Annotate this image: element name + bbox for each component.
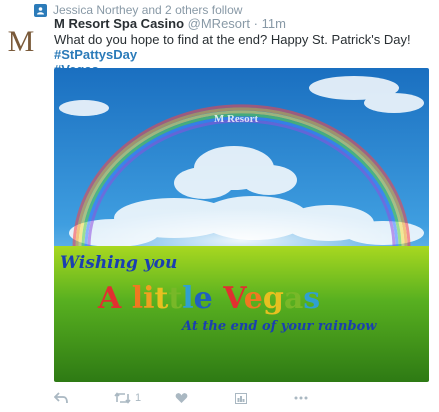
avatar[interactable]: M — [6, 24, 36, 58]
heart-icon — [175, 393, 188, 403]
tweet-actions: 1 — [54, 388, 429, 408]
image-line-1: Wishing you — [60, 253, 177, 273]
reply-button[interactable] — [54, 388, 68, 408]
image-line-2-letter: a — [284, 281, 303, 316]
retweet-count: 1 — [135, 392, 142, 404]
image-line-2-letter: t — [168, 281, 182, 316]
like-button[interactable] — [175, 388, 188, 408]
hashtag-stpattysday[interactable]: #StPattysDay — [54, 47, 137, 62]
author-name[interactable]: M Resort Spa Casino — [54, 16, 184, 31]
tweet-image[interactable]: M Resort Wishing you A little Vegas At t… — [54, 68, 429, 382]
image-line-2-letter — [121, 281, 131, 316]
image-line-2-letter: e — [194, 281, 213, 316]
separator: · — [253, 16, 258, 31]
social-context-text[interactable]: Jessica Northey and 2 others follow — [53, 3, 242, 17]
image-line-2-letter: i — [143, 281, 154, 316]
more-dots-icon — [294, 396, 308, 400]
m-resort-logo: M — [8, 25, 35, 58]
image-line-2-letter: t — [155, 281, 169, 316]
timestamp[interactable]: 11m — [262, 16, 286, 31]
image-line-2: A little Vegas — [97, 281, 320, 316]
image-line-2-letter: s — [303, 281, 320, 316]
retweet-icon — [114, 392, 131, 404]
retweet-button[interactable]: 1 — [114, 388, 141, 408]
analytics-button[interactable] — [235, 388, 247, 408]
analytics-icon — [235, 392, 247, 404]
image-line-2-letter — [213, 281, 223, 316]
author-handle[interactable]: @MResort — [188, 16, 250, 31]
image-line-2-letter: l — [132, 281, 143, 316]
tweet-header: M Resort Spa Casino @MResort · 11m — [54, 16, 286, 31]
reply-icon — [54, 392, 68, 404]
image-line-2-letter: g — [263, 281, 284, 316]
follow-badge-icon — [34, 3, 47, 17]
image-line-2-letter: l — [182, 281, 193, 316]
image-line-3: At the end of your rainbow — [180, 319, 377, 334]
watermark: M Resort — [214, 113, 259, 125]
image-line-2-letter: A — [97, 281, 122, 316]
image-line-2-letter: e — [244, 281, 263, 316]
more-button[interactable] — [294, 388, 308, 408]
tweet-body: What do you hope to find at the end? Hap… — [54, 32, 411, 47]
